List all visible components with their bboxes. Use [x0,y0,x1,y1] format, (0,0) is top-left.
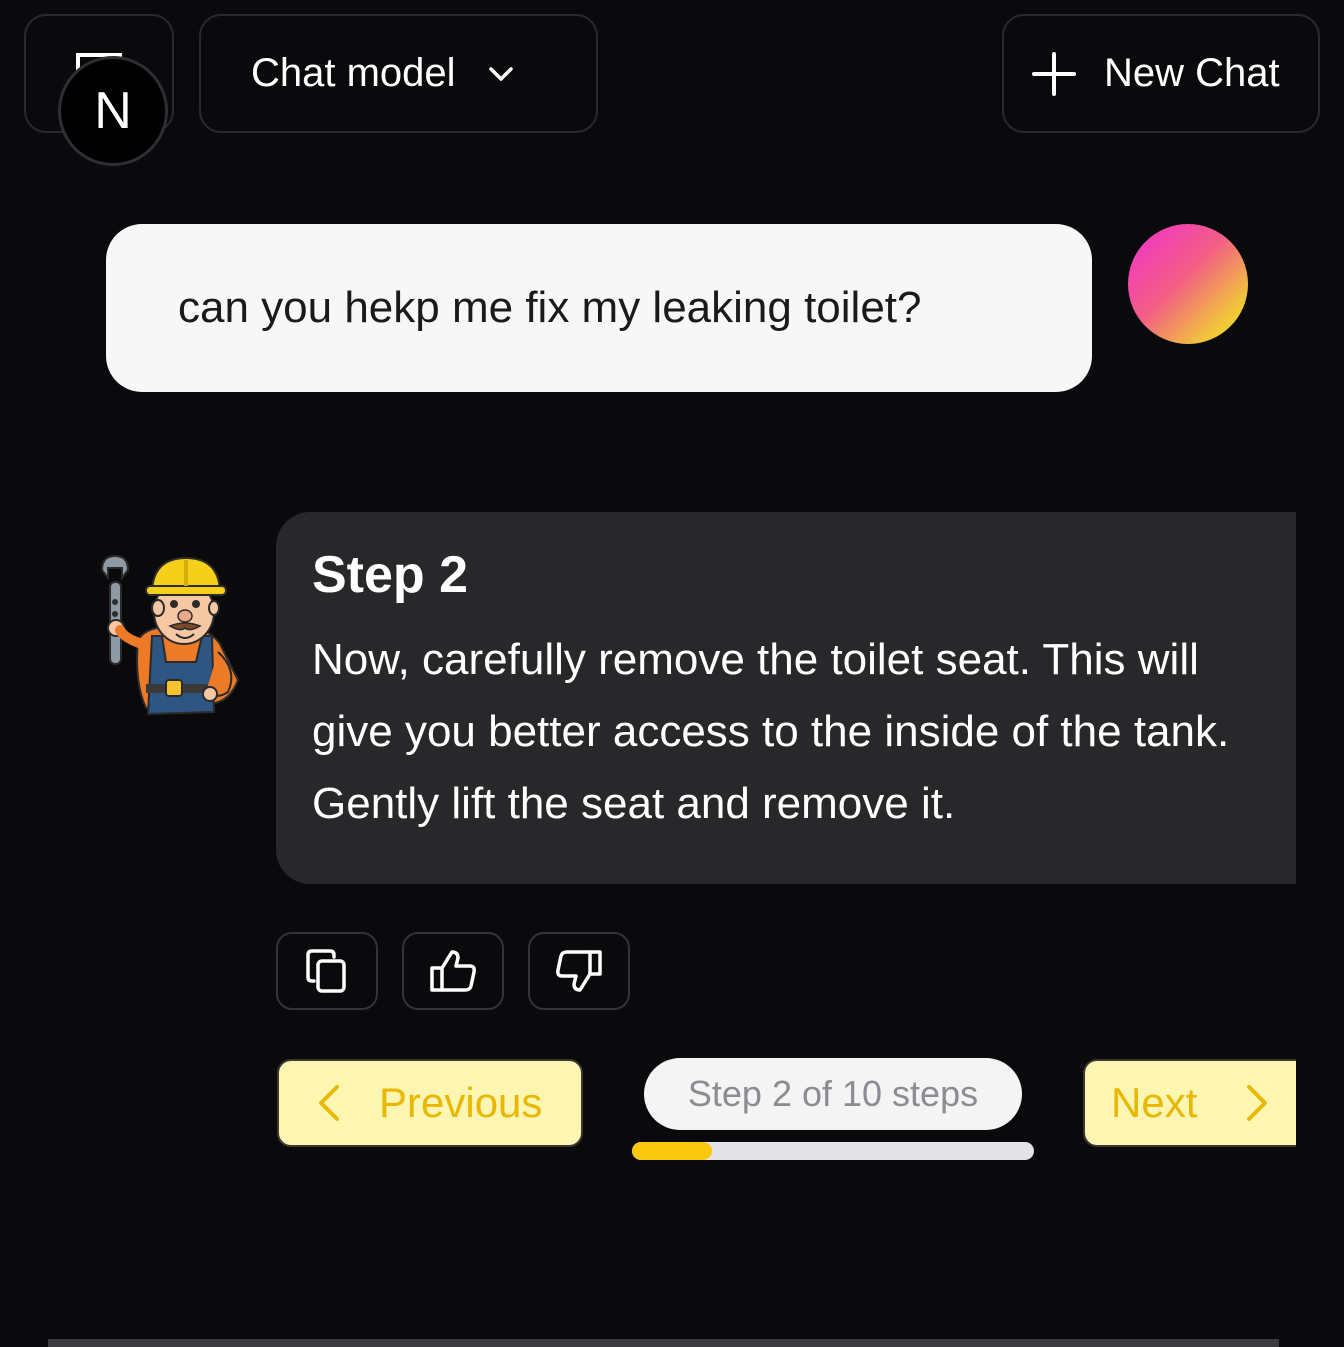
logo-letter: N [94,82,132,140]
chevron-down-icon [488,66,513,81]
model-selector-label: Chat model [251,51,456,95]
chevron-right-icon [1247,1085,1268,1121]
user-message-bubble: can you hekp me fix my leaking toilet? [106,224,1092,392]
next-step-button[interactable]: Next [1083,1059,1296,1147]
next-step-label: Next [1111,1079,1198,1126]
plus-icon [1032,51,1076,96]
copy-button[interactable] [276,932,378,1010]
bottom-scrollbar[interactable] [48,1339,1279,1347]
step-progress-bar [632,1142,1034,1160]
step-counter-text: Step 2 of 10 steps [687,1073,979,1114]
plumber-avatar-icon [100,554,240,716]
copy-icon [306,949,346,993]
new-chat-button[interactable]: New Chat [1002,14,1320,133]
thumbs-up-button[interactable] [402,932,504,1010]
assistant-message-bubble: Step 2 Now, carefully remove the toilet … [276,512,1296,884]
thumbs-up-icon [430,950,476,992]
new-chat-label: New Chat [1104,51,1280,95]
previous-step-button[interactable]: Previous [277,1059,583,1147]
app-logo: N [58,56,168,166]
previous-step-label: Previous [379,1079,543,1126]
step-title: Step 2 [312,546,469,604]
user-message-text: can you hekp me fix my leaking toilet? [178,283,922,332]
step-progress-fill [632,1142,713,1160]
thumbs-down-icon [556,950,602,992]
thumbs-down-button[interactable] [528,932,630,1010]
step-body-text: Now, carefully remove the toilet seat. T… [312,635,1230,829]
model-selector-button[interactable]: Chat model [199,14,598,133]
user-avatar [1128,224,1248,344]
chevron-left-icon [319,1085,339,1121]
step-counter-badge: Step 2 of 10 steps [644,1058,1022,1130]
